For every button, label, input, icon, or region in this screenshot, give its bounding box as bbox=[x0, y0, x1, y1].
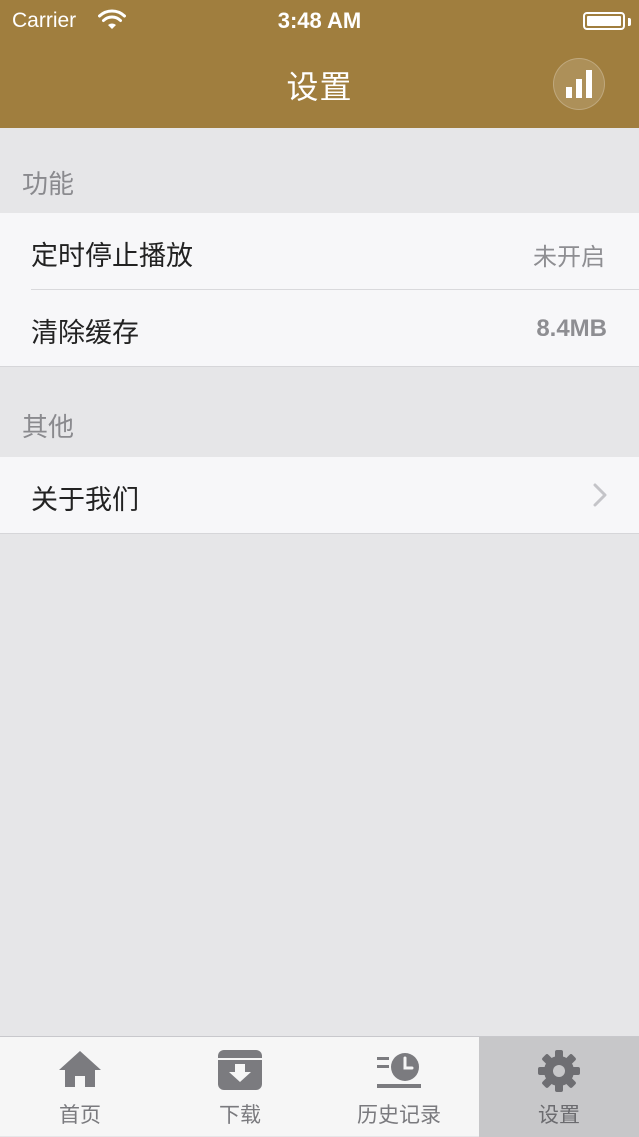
tab-settings-label: 设置 bbox=[538, 1103, 580, 1127]
chevron-right-icon bbox=[593, 483, 607, 507]
section-header-other: 其他 bbox=[22, 413, 75, 443]
status-bar: Carrier 3:48 AM bbox=[0, 0, 639, 42]
clear-cache-row[interactable]: 清除缓存 8.4MB bbox=[0, 290, 639, 367]
history-clock-icon bbox=[377, 1053, 421, 1088]
tab-home[interactable]: 首页 bbox=[0, 1037, 160, 1137]
navigation-header: Carrier 3:48 AM 设置 bbox=[0, 0, 639, 128]
tab-history-label: 历史记录 bbox=[357, 1103, 441, 1127]
stats-button[interactable] bbox=[553, 58, 605, 110]
bar-chart-icon bbox=[566, 70, 592, 98]
sleep-timer-value: 未开启 bbox=[533, 243, 605, 271]
clear-cache-label: 清除缓存 bbox=[31, 318, 139, 349]
about-us-row[interactable]: 关于我们 bbox=[0, 457, 639, 534]
download-box-icon bbox=[218, 1050, 262, 1090]
cache-size-value: 8.4MB bbox=[536, 315, 607, 342]
sleep-timer-row[interactable]: 定时停止播放 未开启 bbox=[0, 213, 639, 290]
page-title: 设置 bbox=[286, 68, 353, 106]
battery-icon bbox=[583, 12, 625, 30]
about-us-label: 关于我们 bbox=[31, 485, 139, 516]
tab-history[interactable]: 历史记录 bbox=[319, 1037, 479, 1137]
gear-icon bbox=[538, 1050, 580, 1092]
home-icon bbox=[59, 1051, 101, 1087]
tab-home-label: 首页 bbox=[59, 1103, 101, 1127]
tab-bar: 首页 下载 历史记录 设置 bbox=[0, 1036, 639, 1137]
tab-settings[interactable]: 设置 bbox=[479, 1037, 639, 1137]
row-divider bbox=[0, 533, 639, 534]
status-time: 3:48 AM bbox=[277, 8, 362, 33]
section-header-function: 功能 bbox=[22, 170, 75, 200]
tab-download[interactable]: 下载 bbox=[160, 1037, 320, 1137]
tab-download-label: 下载 bbox=[219, 1103, 261, 1127]
battery-tip bbox=[628, 18, 631, 26]
sleep-timer-label: 定时停止播放 bbox=[31, 241, 193, 272]
